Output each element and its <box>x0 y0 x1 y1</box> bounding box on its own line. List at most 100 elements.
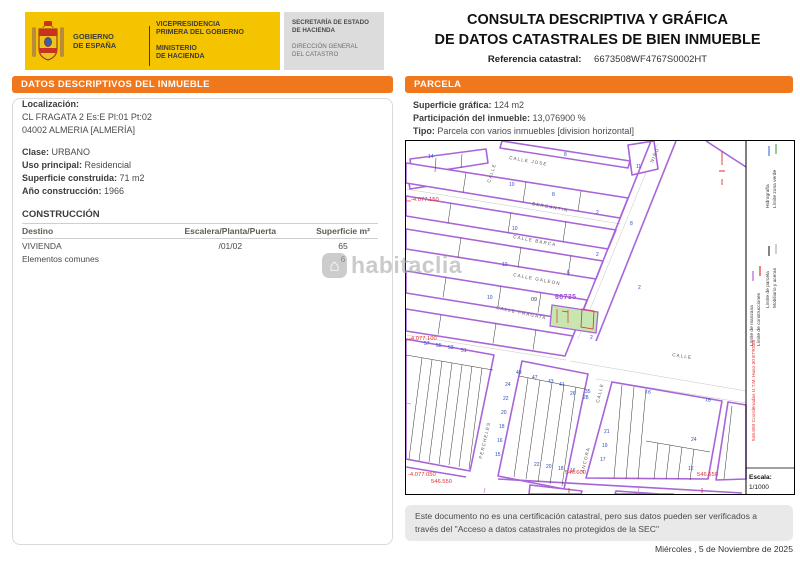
field-uso-principal: Uso principal: Residencial <box>22 159 382 172</box>
map-label-num: 49 <box>516 370 522 376</box>
map-label-street: CALLE GALEON <box>513 272 561 286</box>
logo-divider <box>149 26 150 66</box>
map-label-street: CALLE <box>595 383 604 404</box>
map-label-num: 20 <box>501 410 507 416</box>
legend-utm-note: 546.650 Coordenadas U.T.M. Huso 30 ETRS8… <box>751 339 757 441</box>
map-label-num: 53 <box>448 345 454 351</box>
legend-label-construcciones: Límite de construcciones <box>756 292 762 346</box>
legend-label-mobiliario: Mobiliario y aceras <box>772 267 778 308</box>
map-label-num: 41 <box>559 382 565 388</box>
map-label-num: 51 <box>461 348 467 354</box>
map-label-num: 14 <box>428 154 434 160</box>
map-label-num: 28 <box>583 395 589 401</box>
left-panel-content: Localización: CL FRAGATA 2 Es:E Pl:01 Pt… <box>22 98 382 265</box>
government-logo: GOBIERNO DE ESPAÑA VICEPRESIDENCIA PRIME… <box>25 12 384 70</box>
map-label-num: 10 <box>509 182 515 188</box>
map-label-num: 21 <box>604 429 610 435</box>
reference-label: Referencia catastral: <box>488 54 581 65</box>
field-superficie-construida: Superficie construida: 71 m2 <box>22 172 382 185</box>
map-label-red: 546.650 <box>697 472 718 478</box>
logo-gobierno-text: GOBIERNO DE ESPAÑA <box>71 32 145 50</box>
map-label-num: 2 <box>638 285 641 291</box>
map-label-num: 17 <box>600 457 606 463</box>
field-clase: Clase: URBANO <box>22 146 382 159</box>
map-label-num: 18 <box>558 466 564 472</box>
legend-label-zona-verde: Límite zona verde <box>772 170 778 208</box>
map-label-red: 546.550 <box>431 479 452 485</box>
address-line1: CL FRAGATA 2 Es:E Pl:01 Pt:02 <box>22 111 382 124</box>
map-svg: CALLECALLE JOSEBERGANTINCALLE BARCACALLE… <box>406 141 794 494</box>
map-label-num: 2 <box>590 335 593 341</box>
construccion-table: Destino Escalera/Planta/Puerta Superfici… <box>22 223 378 265</box>
map-label-num: 12 <box>688 466 694 472</box>
map-label-num: 11 <box>636 164 641 170</box>
map-label-num: 55 <box>436 343 442 349</box>
document-title: CONSULTA DESCRIPTIVA Y GRÁFICA DE DATOS … <box>400 10 795 65</box>
map-label-red: -4.077.050 <box>408 472 436 478</box>
section-header-parcela: PARCELA <box>405 76 793 93</box>
title-line2: DE DATOS CATASTRALES DE BIEN INMUEBLE <box>400 30 795 50</box>
map-legend: Límite de manzana Límite de construccion… <box>746 141 794 494</box>
col-destino: Destino <box>22 224 153 239</box>
spain-coat-of-arms-icon <box>25 12 71 70</box>
map-label-num: 20 <box>546 464 552 470</box>
disclaimer-note: Este documento no es una certificación c… <box>405 505 793 541</box>
map-label-num: 8 <box>564 152 567 158</box>
map-label-num: 8 <box>630 221 633 227</box>
map-label-num: 16 <box>497 438 503 444</box>
map-label-num: 26 <box>570 391 576 397</box>
construccion-header-row: Destino Escalera/Planta/Puerta Superfici… <box>22 224 378 239</box>
map-label-num: 10 <box>487 295 493 301</box>
title-line1: CONSULTA DESCRIPTIVA Y GRÁFICA <box>400 10 795 30</box>
field-tipo: Tipo: Parcela con varios inmuebles [divi… <box>413 125 793 138</box>
map-label-num: 24 <box>691 437 697 443</box>
field-participacion: Participación del inmueble: 13,076900 % <box>413 112 793 125</box>
cadastral-map: CALLECALLE JOSEBERGANTINCALLE BARCACALLE… <box>405 140 795 495</box>
field-superficie-grafica: Superficie gráfica: 124 m2 <box>413 99 793 112</box>
highlighted-parcel <box>550 305 598 333</box>
map-label-purple: 66735 <box>555 294 576 301</box>
section-header-datos-descriptivos: DATOS DESCRIPTIVOS DEL INMUEBLE <box>12 76 393 93</box>
construccion-title: CONSTRUCCIÓN <box>22 209 382 220</box>
address-line2: 04002 ALMERIA [ALMERÍA] <box>22 124 382 137</box>
map-label-num: 22 <box>534 462 540 468</box>
logo-ministry-text: VICEPRESIDENCIA PRIMERA DEL GOBIERNO MIN… <box>156 21 280 62</box>
map-label-num: 22 <box>503 396 509 402</box>
map-label-num: 15 <box>495 452 501 458</box>
logo-yellow-block: GOBIERNO DE ESPAÑA VICEPRESIDENCIA PRIME… <box>25 12 280 70</box>
col-escalera: Escalera/Planta/Puerta <box>153 224 308 239</box>
map-label-red: -4.077.100 <box>409 336 437 342</box>
scale-label: Escala: <box>749 474 772 481</box>
map-label-num: 18 <box>499 424 505 430</box>
table-row: Elementos comunes 6 <box>22 252 378 265</box>
map-label-street: CALLE JOSE <box>509 155 548 167</box>
map-label-num: 8 <box>552 192 555 198</box>
map-label-num: 10 <box>502 262 508 268</box>
map-label-red: -4.077.150 <box>411 197 439 203</box>
cadastral-reference: Referencia catastral: 6673508WF4767S0002… <box>400 54 795 65</box>
legend-label-hidrografia: Hidrografía <box>765 184 771 208</box>
localizacion-label: Localización: <box>22 98 382 111</box>
map-label-black: 09 <box>531 297 537 303</box>
table-row: VIVIENDA /01/02 65 <box>22 239 378 253</box>
cadastral-document-page: GOBIERNO DE ESPAÑA VICEPRESIDENCIA PRIME… <box>0 0 800 561</box>
map-label-num: 6 <box>567 270 570 276</box>
map-label-num: 47 <box>532 375 538 381</box>
map-label-num: 19 <box>602 443 608 449</box>
disclaimer-line2: través del "Acceso a datos catastrales n… <box>415 523 783 536</box>
parcela-fields: Superficie gráfica: 124 m2 Participación… <box>413 99 793 138</box>
map-label-num: 2 <box>596 252 599 258</box>
map-label-street: PERCHELES <box>478 421 491 459</box>
field-ano-construccion: Año construcción: 1966 <box>22 185 382 198</box>
map-label-num: 24 <box>505 382 511 388</box>
reference-value: 6673508WF4767S0002HT <box>594 54 707 65</box>
map-label-num: 2 <box>596 210 599 216</box>
map-label-red: 546.600 <box>565 470 586 476</box>
disclaimer-line1: Este documento no es una certificación c… <box>415 510 783 523</box>
logo-secretary-block: SECRETARÍA DE ESTADO DE HACIENDA DIRECCI… <box>284 12 384 70</box>
map-label-num: 43 <box>548 379 554 385</box>
scale-value: 1/1000 <box>749 484 769 491</box>
legend-label-parcela: Límite de parcela <box>765 271 771 308</box>
map-label-street: CALLE <box>672 352 693 360</box>
document-date: Miércoles , 5 de Noviembre de 2025 <box>655 544 793 554</box>
